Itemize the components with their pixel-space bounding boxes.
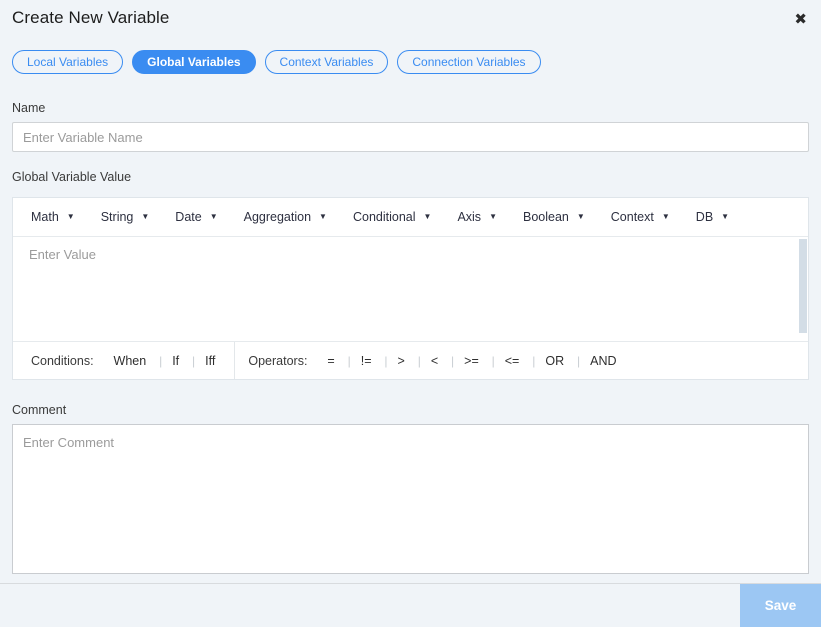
chevron-down-icon: ▼ — [662, 213, 670, 221]
dropdown-label: Boolean — [523, 210, 569, 224]
chevron-down-icon: ▼ — [721, 213, 729, 221]
operator-equals[interactable]: = — [314, 354, 347, 368]
tab-context-variables[interactable]: Context Variables — [265, 50, 389, 74]
function-toolbar: Math ▼ String ▼ Date ▼ Aggregation ▼ Con… — [13, 198, 808, 237]
modal-header: Create New Variable ✖ — [12, 0, 809, 31]
dropdown-string[interactable]: String ▼ — [101, 210, 150, 224]
operator-or[interactable]: OR — [532, 354, 577, 368]
dropdown-label: Aggregation — [244, 210, 311, 224]
operators-label: Operators: — [248, 354, 307, 368]
chevron-down-icon: ▼ — [67, 213, 75, 221]
conditions-label: Conditions: — [31, 354, 94, 368]
tab-local-variables[interactable]: Local Variables — [12, 50, 123, 74]
dropdown-db[interactable]: DB ▼ — [696, 210, 729, 224]
chevron-down-icon: ▼ — [141, 213, 149, 221]
comment-input[interactable] — [12, 424, 809, 574]
dropdown-axis[interactable]: Axis ▼ — [457, 210, 497, 224]
dropdown-label: Conditional — [353, 210, 416, 224]
conditions-operators-bar: Conditions: When If Iff Operators: = != … — [13, 341, 808, 379]
dropdown-label: Math — [31, 210, 59, 224]
dropdown-label: Date — [175, 210, 201, 224]
condition-if[interactable]: If — [159, 354, 192, 368]
dropdown-conditional[interactable]: Conditional ▼ — [353, 210, 431, 224]
condition-when[interactable]: When — [101, 354, 160, 368]
dropdown-aggregation[interactable]: Aggregation ▼ — [244, 210, 327, 224]
condition-iff[interactable]: Iff — [192, 354, 228, 368]
operator-not-equals[interactable]: != — [348, 354, 385, 368]
create-variable-modal: Create New Variable ✖ Local Variables Gl… — [0, 0, 821, 627]
operator-less-equal[interactable]: <= — [492, 354, 533, 368]
chevron-down-icon: ▼ — [424, 213, 432, 221]
save-button[interactable]: Save — [740, 584, 821, 627]
chevron-down-icon: ▼ — [577, 213, 585, 221]
modal-footer: Save — [0, 583, 821, 627]
variable-type-tabs: Local Variables Global Variables Context… — [12, 50, 809, 74]
value-scrollbar[interactable] — [799, 239, 807, 339]
dropdown-boolean[interactable]: Boolean ▼ — [523, 210, 585, 224]
operator-greater-than[interactable]: > — [385, 354, 418, 368]
chevron-down-icon: ▼ — [319, 213, 327, 221]
dropdown-label: Axis — [457, 210, 481, 224]
operators-group: Operators: = != > < >= <= OR AND — [234, 342, 635, 379]
conditions-group: Conditions: When If Iff — [13, 342, 234, 379]
dropdown-label: Context — [611, 210, 654, 224]
value-input-area — [13, 237, 808, 341]
dropdown-math[interactable]: Math ▼ — [31, 210, 75, 224]
variable-name-input[interactable] — [12, 122, 809, 152]
scrollbar-thumb[interactable] — [799, 239, 807, 333]
value-label: Global Variable Value — [12, 170, 809, 184]
tab-global-variables[interactable]: Global Variables — [132, 50, 255, 74]
close-icon[interactable]: ✖ — [792, 8, 809, 31]
page-title: Create New Variable — [12, 8, 170, 28]
operator-less-than[interactable]: < — [418, 354, 451, 368]
name-label: Name — [12, 101, 809, 115]
dropdown-label: DB — [696, 210, 713, 224]
operator-and[interactable]: AND — [577, 354, 629, 368]
comment-label: Comment — [12, 403, 809, 417]
value-editor-panel: Math ▼ String ▼ Date ▼ Aggregation ▼ Con… — [12, 197, 809, 380]
chevron-down-icon: ▼ — [210, 213, 218, 221]
variable-value-input[interactable] — [13, 237, 808, 341]
chevron-down-icon: ▼ — [489, 213, 497, 221]
operator-greater-equal[interactable]: >= — [451, 354, 492, 368]
tab-connection-variables[interactable]: Connection Variables — [397, 50, 540, 74]
dropdown-context[interactable]: Context ▼ — [611, 210, 670, 224]
dropdown-label: String — [101, 210, 134, 224]
dropdown-date[interactable]: Date ▼ — [175, 210, 217, 224]
